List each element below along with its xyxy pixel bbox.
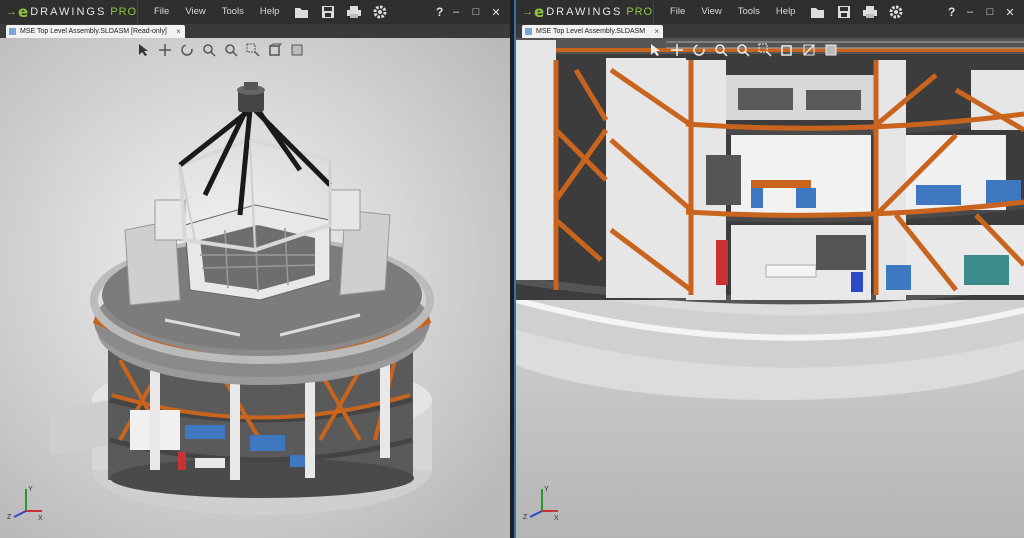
standard-views-icon[interactable] xyxy=(266,42,284,58)
save-icon[interactable] xyxy=(317,1,339,23)
help-icon[interactable]: ? xyxy=(436,0,443,24)
help-icon[interactable]: ? xyxy=(948,0,955,24)
triad-z-label: Z xyxy=(523,514,528,521)
rotate-icon[interactable] xyxy=(178,42,196,58)
window-controls: – □ ✕ xyxy=(960,0,1020,24)
app-logo: → e DRAWINGS PRO xyxy=(0,0,138,24)
zoom-fit-icon[interactable] xyxy=(222,42,240,58)
3d-viewport[interactable] xyxy=(0,38,510,538)
logo-arrow-icon: → xyxy=(522,6,533,18)
view-toolbar xyxy=(134,42,306,58)
logo-mark: e xyxy=(534,3,545,21)
triad-x-label: X xyxy=(554,515,559,522)
telescope-assembly-model xyxy=(0,38,510,538)
document-tab-bar: MSE Top Level Assembly.SLDASM [Read-only… xyxy=(0,24,510,38)
document-tab-label: MSE Top Level Assembly.SLDASM xyxy=(536,28,646,35)
document-tab[interactable]: MSE Top Level Assembly.SLDASM [Read-only… xyxy=(6,25,185,38)
menu-bar: File View Tools Help xyxy=(146,0,287,24)
triad-x-label: X xyxy=(38,515,43,522)
gear-icon[interactable] xyxy=(885,1,907,23)
document-tab-bar: MSE Top Level Assembly.SLDASM × xyxy=(516,24,1024,38)
pan-icon[interactable] xyxy=(156,42,174,58)
zoom-icon[interactable] xyxy=(200,42,218,58)
rotate-icon[interactable] xyxy=(690,42,708,58)
open-icon[interactable] xyxy=(291,1,313,23)
zoom-icon[interactable] xyxy=(712,42,730,58)
menu-tools[interactable]: Tools xyxy=(730,0,768,24)
app-logo: → e DRAWINGS PRO xyxy=(516,0,654,24)
zoom-area-icon[interactable] xyxy=(244,42,262,58)
3d-viewport[interactable] xyxy=(516,38,1024,538)
document-tab[interactable]: MSE Top Level Assembly.SLDASM × xyxy=(522,25,664,38)
minimize-button[interactable]: – xyxy=(960,6,980,18)
close-tab-icon[interactable]: × xyxy=(654,25,659,38)
save-icon[interactable] xyxy=(833,1,855,23)
menu-file[interactable]: File xyxy=(662,0,693,24)
menu-bar: File View Tools Help xyxy=(662,0,803,24)
display-style-icon[interactable] xyxy=(822,42,840,58)
logo-arrow-icon: → xyxy=(6,6,17,18)
right-edrawings-window: → e DRAWINGS PRO File View Tools Help ? … xyxy=(514,0,1024,538)
coordinate-triad: Y X Z xyxy=(522,483,562,528)
building-section-model xyxy=(516,38,1024,538)
close-tab-icon[interactable]: × xyxy=(176,25,181,38)
triad-y-label: Y xyxy=(544,486,549,493)
zoom-fit-icon[interactable] xyxy=(734,42,752,58)
logo-pro: PRO xyxy=(110,6,138,18)
logo-pro: PRO xyxy=(626,6,654,18)
logo-text: DRAWINGS xyxy=(546,6,623,18)
left-edrawings-window: → e DRAWINGS PRO File View Tools Help ? … xyxy=(0,0,510,538)
close-button[interactable]: ✕ xyxy=(486,6,506,19)
logo-mark: e xyxy=(18,3,29,21)
display-style-icon[interactable] xyxy=(288,42,306,58)
standard-views-icon[interactable] xyxy=(778,42,796,58)
assembly-file-icon xyxy=(525,28,532,35)
menu-view[interactable]: View xyxy=(693,0,729,24)
menu-help[interactable]: Help xyxy=(252,0,288,24)
triad-z-label: Z xyxy=(7,514,12,521)
pan-icon[interactable] xyxy=(668,42,686,58)
assembly-file-icon xyxy=(9,28,16,35)
view-toolbar xyxy=(646,42,840,58)
menu-tools[interactable]: Tools xyxy=(214,0,252,24)
maximize-button[interactable]: □ xyxy=(980,6,1000,18)
document-tab-label: MSE Top Level Assembly.SLDASM [Read-only… xyxy=(20,28,167,35)
menu-file[interactable]: File xyxy=(146,0,177,24)
print-icon[interactable] xyxy=(343,1,365,23)
logo-text: DRAWINGS xyxy=(30,6,107,18)
menu-help[interactable]: Help xyxy=(768,0,804,24)
maximize-button[interactable]: □ xyxy=(466,6,486,18)
print-icon[interactable] xyxy=(859,1,881,23)
zoom-area-icon[interactable] xyxy=(756,42,774,58)
triad-y-label: Y xyxy=(28,486,33,493)
title-bar: → e DRAWINGS PRO File View Tools Help ? … xyxy=(0,0,510,24)
title-bar: → e DRAWINGS PRO File View Tools Help ? … xyxy=(516,0,1024,24)
section-icon[interactable] xyxy=(800,42,818,58)
gear-icon[interactable] xyxy=(369,1,391,23)
menu-view[interactable]: View xyxy=(177,0,213,24)
close-button[interactable]: ✕ xyxy=(1000,6,1020,19)
select-arrow-icon[interactable] xyxy=(646,42,664,58)
coordinate-triad: Y X Z xyxy=(6,483,46,528)
minimize-button[interactable]: – xyxy=(446,6,466,18)
select-arrow-icon[interactable] xyxy=(134,42,152,58)
window-controls: – □ ✕ xyxy=(446,0,506,24)
open-icon[interactable] xyxy=(807,1,829,23)
